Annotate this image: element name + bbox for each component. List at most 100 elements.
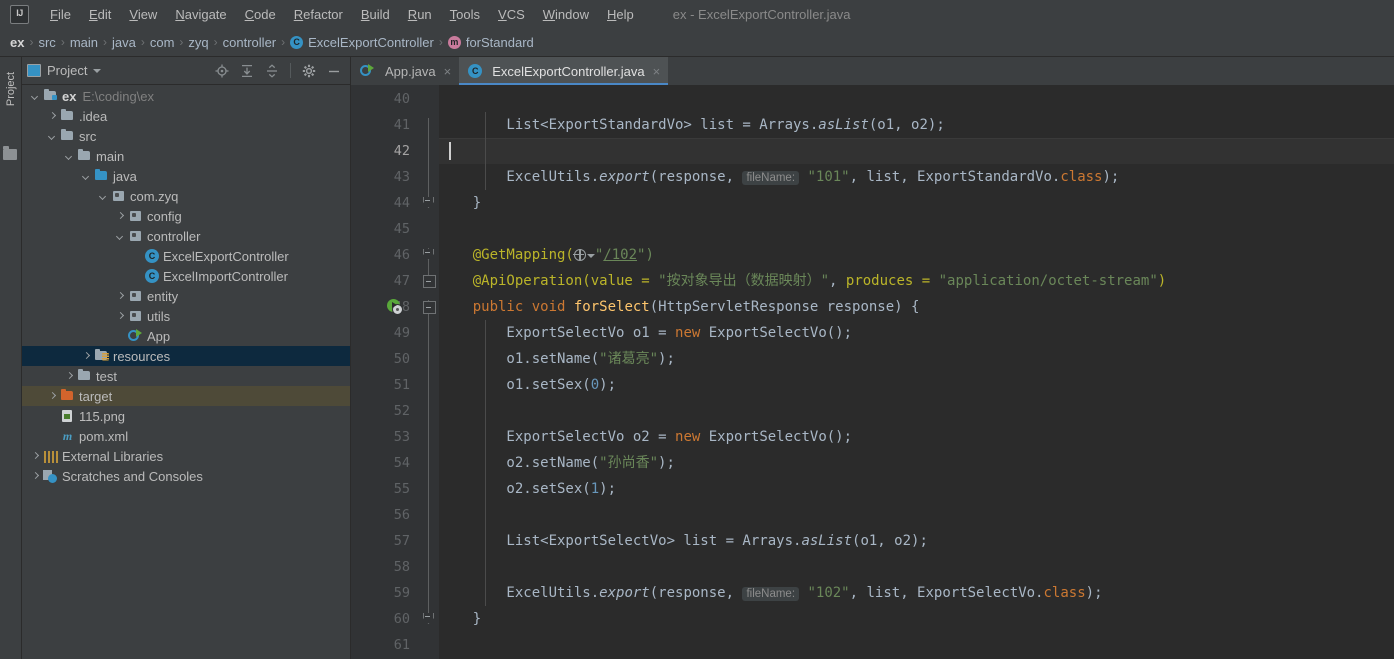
code-line[interactable] bbox=[439, 216, 1394, 242]
chevron-down-icon[interactable] bbox=[81, 171, 92, 182]
editor-tab-app-java[interactable]: App.java × bbox=[351, 57, 459, 85]
breadcrumb-item-ex[interactable]: ex bbox=[6, 34, 28, 51]
close-icon[interactable]: × bbox=[653, 65, 661, 78]
code-line[interactable] bbox=[439, 632, 1394, 658]
globe-icon[interactable] bbox=[573, 248, 586, 261]
chevron-down-icon[interactable] bbox=[586, 254, 595, 258]
tool-window-tab-project[interactable]: Project bbox=[0, 72, 21, 143]
fold-marker[interactable] bbox=[423, 613, 434, 624]
code-line[interactable]: } bbox=[439, 190, 1394, 216]
menu-item-refactor[interactable]: Refactor bbox=[285, 4, 352, 25]
chevron-right-icon[interactable] bbox=[64, 371, 75, 382]
chevron-right-icon[interactable] bbox=[30, 471, 41, 482]
chevron-right-icon[interactable] bbox=[115, 291, 126, 302]
code-line[interactable]: List<ExportStandardVo> list = Arrays.asL… bbox=[439, 112, 1394, 138]
tree-node-com-zyq[interactable]: com.zyq bbox=[22, 186, 350, 206]
tree-node-115-png[interactable]: 115.png bbox=[22, 406, 350, 426]
fold-marker[interactable] bbox=[423, 301, 436, 314]
menu-item-view[interactable]: View bbox=[120, 4, 166, 25]
chevron-right-icon[interactable] bbox=[47, 111, 58, 122]
project-panel-title-group[interactable]: Project bbox=[27, 63, 102, 78]
code-line[interactable] bbox=[439, 554, 1394, 580]
menu-item-navigate[interactable]: Navigate bbox=[166, 4, 235, 25]
code-text-area[interactable]: List<ExportStandardVo> list = Arrays.asL… bbox=[439, 85, 1394, 659]
code-line[interactable]: ExcelUtils.export(response, fileName: "1… bbox=[439, 164, 1394, 190]
chevron-down-icon[interactable] bbox=[64, 151, 75, 162]
intellij-logo-icon[interactable]: IJ bbox=[10, 4, 29, 24]
menu-item-tools[interactable]: Tools bbox=[441, 4, 489, 25]
tree-node-resources[interactable]: resources bbox=[22, 346, 350, 366]
run-method-icon[interactable] bbox=[387, 299, 403, 315]
tree-node-entity[interactable]: entity bbox=[22, 286, 350, 306]
breadcrumb-item-controller[interactable]: controller bbox=[219, 34, 280, 51]
menu-item-edit[interactable]: Edit bbox=[80, 4, 120, 25]
code-line[interactable]: @GetMapping("/102") bbox=[439, 242, 1394, 268]
tree-node-target[interactable]: target bbox=[22, 386, 350, 406]
code-line[interactable]: o1.setSex(0); bbox=[439, 372, 1394, 398]
collapse-all-icon[interactable] bbox=[265, 63, 279, 78]
minimize-icon[interactable] bbox=[327, 64, 341, 78]
code-line[interactable] bbox=[439, 138, 1394, 164]
tree-node--idea[interactable]: .idea bbox=[22, 106, 350, 126]
structure-icon[interactable] bbox=[3, 146, 17, 160]
breadcrumb-item-java[interactable]: java bbox=[108, 34, 140, 51]
line-number-gutter[interactable]: 4041424344454647484950515253545556575859… bbox=[351, 85, 420, 659]
code-line[interactable]: List<ExportSelectVo> list = Arrays.asLis… bbox=[439, 528, 1394, 554]
chevron-down-icon[interactable] bbox=[115, 231, 126, 242]
code-line[interactable]: ExportSelectVo o2 = new ExportSelectVo()… bbox=[439, 424, 1394, 450]
chevron-right-icon[interactable] bbox=[115, 311, 126, 322]
code-line[interactable]: ExportSelectVo o1 = new ExportSelectVo()… bbox=[439, 320, 1394, 346]
fold-marker[interactable] bbox=[423, 197, 434, 208]
tree-node-src[interactable]: src bbox=[22, 126, 350, 146]
code-line[interactable] bbox=[439, 86, 1394, 112]
fold-marker[interactable] bbox=[423, 249, 434, 260]
locate-icon[interactable] bbox=[215, 64, 229, 78]
menu-item-build[interactable]: Build bbox=[352, 4, 399, 25]
chevron-right-icon[interactable] bbox=[30, 451, 41, 462]
breadcrumb-item-main[interactable]: main bbox=[66, 34, 102, 51]
breadcrumb-item-forstandard[interactable]: m forStandard bbox=[444, 34, 538, 51]
close-icon[interactable]: × bbox=[444, 65, 452, 78]
menu-item-help[interactable]: Help bbox=[598, 4, 643, 25]
tree-node-utils[interactable]: utils bbox=[22, 306, 350, 326]
fold-marker[interactable] bbox=[423, 275, 436, 288]
tree-node-config[interactable]: config bbox=[22, 206, 350, 226]
breadcrumb-item-excelexportcontroller[interactable]: C ExcelExportController bbox=[286, 34, 438, 51]
gear-icon[interactable] bbox=[302, 64, 316, 78]
menu-item-window[interactable]: Window bbox=[534, 4, 598, 25]
tree-node-excelimportcontroller[interactable]: C ExcelImportController bbox=[22, 266, 350, 286]
code-token[interactable]: /102 bbox=[603, 247, 637, 263]
chevron-down-icon[interactable] bbox=[47, 131, 58, 142]
menu-item-vcs[interactable]: VCS bbox=[489, 4, 534, 25]
tree-node-test[interactable]: test bbox=[22, 366, 350, 386]
breadcrumb-item-src[interactable]: src bbox=[34, 34, 59, 51]
tree-node-main[interactable]: main bbox=[22, 146, 350, 166]
tree-node-java[interactable]: java bbox=[22, 166, 350, 186]
code-line[interactable]: o2.setSex(1); bbox=[439, 476, 1394, 502]
code-folding-gutter[interactable] bbox=[420, 85, 439, 659]
chevron-right-icon[interactable] bbox=[47, 391, 58, 402]
tree-node-external-libraries[interactable]: External Libraries bbox=[22, 446, 350, 466]
tree-node-ex[interactable]: ex E:\coding\ex bbox=[22, 86, 350, 106]
chevron-right-icon[interactable] bbox=[81, 351, 92, 362]
menu-item-file[interactable]: File bbox=[41, 4, 80, 25]
editor-tab-excelexportcontroller-java[interactable]: C ExcelExportController.java × bbox=[459, 57, 669, 85]
chevron-down-icon[interactable] bbox=[93, 68, 102, 73]
tree-node-controller[interactable]: controller bbox=[22, 226, 350, 246]
tree-node-pom-xml[interactable]: m pom.xml bbox=[22, 426, 350, 446]
tree-node-excelexportcontroller[interactable]: C ExcelExportController bbox=[22, 246, 350, 266]
tree-node-scratches-and-consoles[interactable]: Scratches and Consoles bbox=[22, 466, 350, 486]
code-line[interactable]: o2.setName("孙尚香"); bbox=[439, 450, 1394, 476]
tree-node-app[interactable]: App bbox=[22, 326, 350, 346]
menu-item-code[interactable]: Code bbox=[236, 4, 285, 25]
code-line[interactable] bbox=[439, 502, 1394, 528]
chevron-down-icon[interactable] bbox=[30, 91, 41, 102]
code-line[interactable]: } bbox=[439, 606, 1394, 632]
chevron-right-icon[interactable] bbox=[115, 211, 126, 222]
menu-item-run[interactable]: Run bbox=[399, 4, 441, 25]
code-line[interactable]: o1.setName("诸葛亮"); bbox=[439, 346, 1394, 372]
code-line[interactable]: @ApiOperation(value = "按对象导出（数据映射）", pro… bbox=[439, 268, 1394, 294]
code-line[interactable] bbox=[439, 398, 1394, 424]
code-line[interactable]: public void forSelect(HttpServletRespons… bbox=[439, 294, 1394, 320]
breadcrumb-item-zyq[interactable]: zyq bbox=[184, 34, 212, 51]
